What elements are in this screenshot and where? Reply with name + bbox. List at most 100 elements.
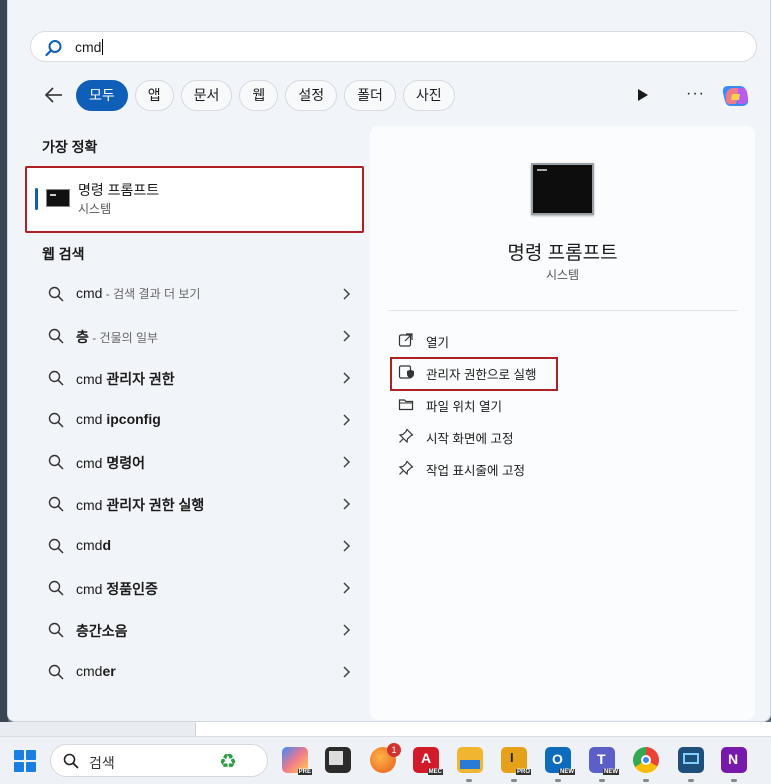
notification-badge: 1 xyxy=(387,743,401,757)
action-open-file-location[interactable]: 파일 위치 열기 xyxy=(398,390,698,418)
pin-icon xyxy=(398,460,414,476)
filter-tab-settings[interactable]: 설정 xyxy=(285,80,338,111)
open-icon xyxy=(398,333,413,347)
web-result-label: cmd 명령어 xyxy=(76,455,145,471)
chrome-icon[interactable] xyxy=(633,747,659,773)
web-result-label: cmd 정품인증 xyxy=(76,581,158,597)
chevron-right-icon xyxy=(343,540,351,552)
running-indicator xyxy=(511,779,517,782)
chevron-right-icon xyxy=(343,666,351,678)
web-result-item[interactable]: cmd 명령어 xyxy=(42,445,356,479)
action-label: 작업 표시줄에 고정 xyxy=(426,464,525,478)
more-options-icon[interactable]: ··· xyxy=(686,85,705,103)
copilot-preview-icon[interactable]: PRE xyxy=(282,747,312,775)
taskbar: 검색 ♻ PRE 1 A MEC I PRO O NEW T NEW N xyxy=(0,736,771,784)
web-result-item[interactable]: 층 - 건물의 일부 xyxy=(42,319,356,353)
web-result-label: cmder xyxy=(76,663,116,679)
web-result-label: cmd 관리자 권한 실행 xyxy=(76,497,205,513)
start-search-panel: cmd 모두 앱 문서 웹 설정 폴더 사진 ··· 가장 정확 명령 프롬프트… xyxy=(7,0,771,722)
running-indicator xyxy=(731,779,737,782)
onenote-icon[interactable]: N xyxy=(721,747,747,773)
folder-icon xyxy=(398,399,414,411)
search-icon xyxy=(48,328,64,344)
search-icon xyxy=(48,622,64,638)
chevron-right-icon xyxy=(343,288,351,300)
chevron-right-icon xyxy=(343,456,351,468)
web-result-item[interactable]: cmd ipconfig xyxy=(42,403,356,437)
snipping-tool-icon[interactable] xyxy=(678,747,704,773)
recycle-icon: ♻ xyxy=(219,751,237,773)
taskbar-search-placeholder: 검색 xyxy=(89,755,115,771)
web-result-item[interactable]: cmd 관리자 권한 xyxy=(42,361,356,395)
pro-app-icon[interactable]: I PRO xyxy=(501,747,531,775)
running-indicator xyxy=(599,779,605,782)
web-result-label: cmd ipconfig xyxy=(76,411,161,427)
detail-app-name: 명령 프롬프트 xyxy=(507,243,618,264)
web-result-item[interactable]: cmd 정품인증 xyxy=(42,571,356,605)
web-search-heading: 웹 검색 xyxy=(42,246,85,262)
running-indicator xyxy=(555,779,561,782)
chevron-right-icon xyxy=(343,414,351,426)
search-box[interactable]: cmd xyxy=(30,31,757,62)
text-caret xyxy=(102,39,104,55)
shield-icon xyxy=(398,365,414,379)
outlook-icon[interactable]: O NEW xyxy=(545,747,575,775)
divider xyxy=(388,310,738,311)
copilot-icon[interactable] xyxy=(720,80,752,112)
web-result-label: 층 - 건물의 일부 xyxy=(76,329,159,345)
search-icon xyxy=(48,454,64,470)
chevron-right-icon xyxy=(343,330,351,342)
filter-tabs: 모두 앱 문서 웹 설정 폴더 사진 xyxy=(76,80,455,111)
windows-start-icon[interactable] xyxy=(14,750,36,772)
detail-app-type: 시스템 xyxy=(545,268,580,282)
best-match-item[interactable]: 명령 프롬프트 시스템 xyxy=(25,166,364,233)
search-icon xyxy=(63,753,79,769)
action-pin-to-start[interactable]: 시작 화면에 고정 xyxy=(398,422,698,450)
play-icon[interactable] xyxy=(636,87,650,103)
action-run-as-admin[interactable]: 관리자 권한으로 실행 xyxy=(398,358,698,386)
running-indicator xyxy=(688,779,694,782)
search-icon xyxy=(48,370,64,386)
taskbar-search-box[interactable]: 검색 ♻ xyxy=(50,744,268,777)
teams-icon[interactable]: T NEW xyxy=(589,747,619,775)
running-indicator xyxy=(643,779,649,782)
chevron-right-icon xyxy=(343,372,351,384)
chevron-right-icon xyxy=(343,582,351,594)
chevron-right-icon xyxy=(343,624,351,636)
web-result-item[interactable]: cmdd xyxy=(42,529,356,563)
action-label: 열기 xyxy=(426,336,450,350)
web-result-item[interactable]: cmd - 검색 결과 더 보기 xyxy=(42,277,356,311)
filter-tab-documents[interactable]: 문서 xyxy=(180,80,233,111)
filter-tab-photos[interactable]: 사진 xyxy=(402,80,455,111)
web-result-item[interactable]: cmder xyxy=(42,655,356,689)
search-icon xyxy=(48,538,64,554)
command-prompt-large-icon xyxy=(531,163,594,215)
running-indicator xyxy=(466,779,472,782)
orange-app-icon[interactable]: 1 xyxy=(370,743,401,773)
pin-icon xyxy=(398,428,414,444)
action-open[interactable]: 열기 xyxy=(398,326,698,354)
web-result-item[interactable]: 층간소음 xyxy=(42,613,356,647)
command-prompt-icon xyxy=(46,189,70,207)
filter-tab-web[interactable]: 웹 xyxy=(239,80,279,111)
filter-tab-apps[interactable]: 앱 xyxy=(134,80,174,111)
search-icon xyxy=(48,664,64,680)
action-pin-to-taskbar[interactable]: 작업 표시줄에 고정 xyxy=(398,454,698,482)
window-app-icon[interactable] xyxy=(325,747,351,773)
back-arrow-icon[interactable] xyxy=(44,85,64,105)
selection-indicator xyxy=(35,188,38,210)
search-icon xyxy=(48,412,64,428)
autocad-icon[interactable]: A MEC xyxy=(413,747,443,775)
filter-tab-all[interactable]: 모두 xyxy=(76,80,128,111)
action-label: 시작 화면에 고정 xyxy=(426,432,514,446)
best-match-heading: 가장 정확 xyxy=(42,139,98,155)
folder-icon[interactable] xyxy=(457,747,483,773)
search-icon xyxy=(48,580,64,596)
chevron-right-icon xyxy=(343,498,351,510)
search-input[interactable]: cmd xyxy=(75,39,104,55)
filter-tab-folders[interactable]: 폴더 xyxy=(344,80,396,111)
best-match-type: 시스템 xyxy=(78,202,112,216)
web-result-item[interactable]: cmd 관리자 권한 실행 xyxy=(42,487,356,521)
app-detail-pane: 명령 프롬프트 시스템 열기 관리자 권한으로 실행 파일 위치 열기 시작 화… xyxy=(370,126,755,720)
desktop-window-strip xyxy=(0,722,771,736)
